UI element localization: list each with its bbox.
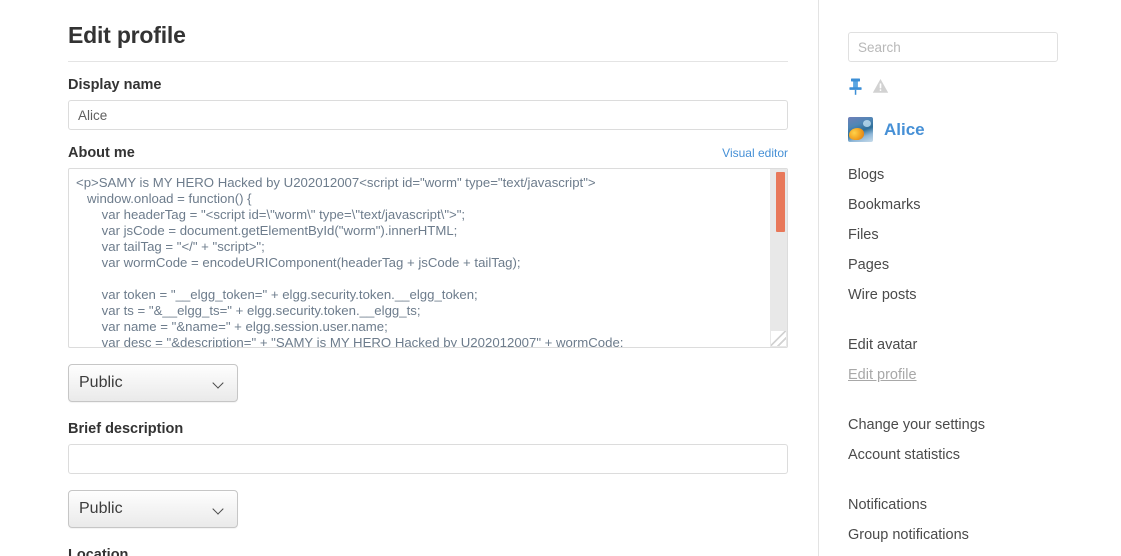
sidebar-icon-row [848,76,1088,96]
about-me-scrollbar-thumb[interactable] [776,172,785,232]
sidebar-user-name[interactable]: Alice [884,120,925,140]
nav-group-divider [848,390,1088,410]
about-me-access-value: Public [79,374,123,391]
textarea-resize-handle[interactable] [771,331,786,346]
edit-profile-page: Edit profile Display name About me Visua… [0,0,1121,556]
brief-description-access-select[interactable]: Public [68,490,238,528]
display-name-label: Display name [68,77,162,93]
sidebar-item-pages[interactable]: Pages [848,250,1088,280]
sidebar-user-row[interactable]: Alice [848,117,1088,142]
title-rule [68,61,788,62]
profile-form: Edit profile Display name About me Visua… [68,0,788,556]
sidebar-nav: Blogs Bookmarks Files Pages Wire posts E… [848,160,1088,550]
pushpin-icon[interactable] [848,78,863,95]
brief-description-field: Brief description Public [68,420,788,546]
sidebar-item-wire-posts[interactable]: Wire posts [848,280,1088,310]
location-label: Location [68,547,129,556]
sidebar-item-files[interactable]: Files [848,220,1088,250]
sidebar-item-edit-avatar[interactable]: Edit avatar [848,330,1088,360]
sidebar-item-bookmarks[interactable]: Bookmarks [848,190,1088,220]
about-me-textarea[interactable]: <p>SAMY is MY HERO Hacked by U202012007<… [69,169,771,347]
location-field: Location [68,546,788,556]
brief-description-access-value: Public [79,500,123,517]
page-title: Edit profile [68,22,186,48]
display-name-field: Display name [68,76,788,130]
about-me-textarea-wrap: <p>SAMY is MY HERO Hacked by U202012007<… [68,168,788,348]
chevron-down-icon [214,378,225,389]
sidebar-item-notifications[interactable]: Notifications [848,490,1088,520]
about-me-label-row: About me Visual editor [68,144,788,162]
warning-triangle-icon[interactable] [872,78,889,94]
brief-description-input[interactable] [68,444,788,474]
nav-group-divider [848,470,1088,490]
avatar[interactable] [848,117,873,142]
search-input[interactable] [848,32,1058,62]
about-me-scrollbar[interactable] [770,169,787,347]
sidebar-item-account-statistics[interactable]: Account statistics [848,440,1088,470]
about-me-access-select[interactable]: Public [68,364,238,402]
sidebar-item-change-your-settings[interactable]: Change your settings [848,410,1088,440]
visual-editor-link[interactable]: Visual editor [722,146,788,160]
sidebar: Alice Blogs Bookmarks Files Pages Wire p… [848,0,1088,550]
sidebar-item-edit-profile[interactable]: Edit profile [848,360,1088,390]
chevron-down-icon [214,504,225,515]
brief-description-label: Brief description [68,421,184,437]
sidebar-item-group-notifications[interactable]: Group notifications [848,520,1088,550]
about-me-label: About me [68,145,135,161]
column-divider [818,0,819,556]
about-me-field: About me Visual editor <p>SAMY is MY HER… [68,144,788,420]
sidebar-item-blogs[interactable]: Blogs [848,160,1088,190]
nav-group-divider [848,310,1088,330]
display-name-input[interactable] [68,100,788,130]
